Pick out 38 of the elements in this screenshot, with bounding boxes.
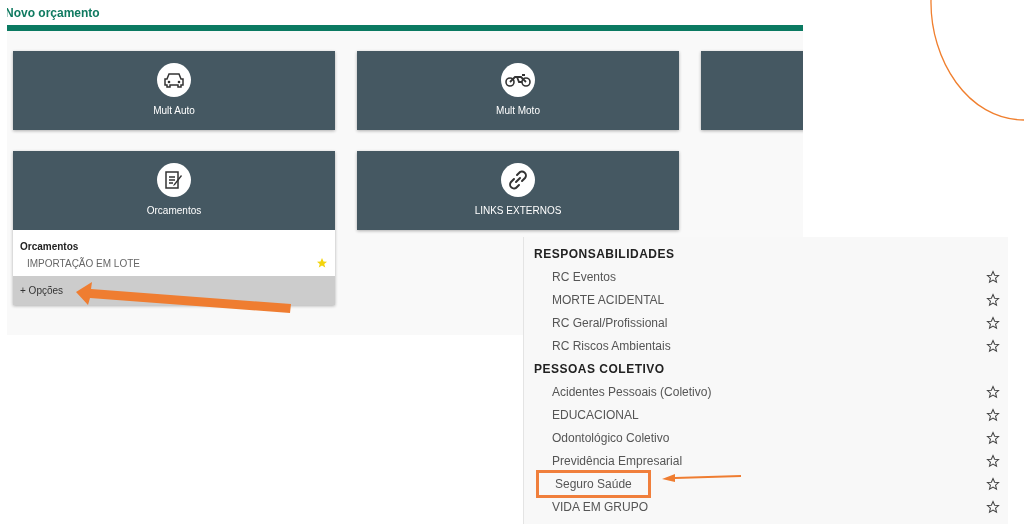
star-icon[interactable] — [986, 315, 1000, 330]
menu-item[interactable]: RC Geral/Profissional — [552, 313, 668, 332]
tile-label: LINKS EXTERNOS — [474, 204, 562, 218]
star-icon[interactable] — [986, 338, 1000, 353]
star-icon[interactable] — [986, 292, 1000, 307]
star-icon[interactable] — [986, 453, 1000, 468]
menu-item[interactable]: Acidentes Pessoais (Coletivo) — [552, 382, 712, 401]
menu-item[interactable]: Previdência Empresarial — [552, 451, 683, 470]
menu-item[interactable]: EDUCACIONAL — [552, 405, 639, 424]
tile-label: Mult Auto — [153, 104, 195, 118]
menu-item[interactable]: RC Riscos Ambientais — [552, 336, 671, 355]
group-heading: PESSOAS COLETIVO — [534, 360, 666, 378]
menu-item[interactable]: IMPORTAÇÃO EM LOTE — [27, 255, 140, 271]
group-heading: RESPONSABILIDADES — [534, 245, 676, 263]
star-icon[interactable] — [986, 384, 1000, 399]
star-icon[interactable] — [986, 269, 1000, 284]
star-icon[interactable] — [316, 257, 328, 269]
link-icon — [508, 170, 528, 190]
star-icon[interactable] — [986, 430, 1000, 445]
menu-item[interactable]: VIDA EM GRUPO — [552, 497, 649, 516]
motorcycle-icon — [505, 72, 531, 88]
tile[interactable]: Mult Auto — [13, 51, 335, 130]
menu-item[interactable]: Odontológico Coletivo — [552, 428, 670, 447]
car-icon — [163, 71, 185, 89]
star-icon[interactable] — [986, 407, 1000, 422]
tile-label: Orcamentos — [146, 204, 202, 218]
document-edit-icon — [164, 170, 184, 190]
star-icon[interactable] — [986, 499, 1000, 514]
options-link[interactable]: + Opções — [20, 283, 64, 298]
tile[interactable]: LINKS EXTERNOS — [357, 151, 679, 230]
tile-label: Mult Moto — [496, 104, 540, 118]
tile[interactable]: Orcamentos — [13, 151, 335, 230]
section-title: Orcamentos — [20, 240, 80, 254]
menu-item[interactable]: Seguro Saúde — [536, 469, 651, 498]
menu-item[interactable]: RC Eventos — [552, 267, 617, 286]
star-icon[interactable] — [986, 476, 1000, 491]
menu-item[interactable]: MORTE ACIDENTAL — [552, 290, 665, 309]
tile[interactable]: Mult Moto — [357, 51, 679, 130]
